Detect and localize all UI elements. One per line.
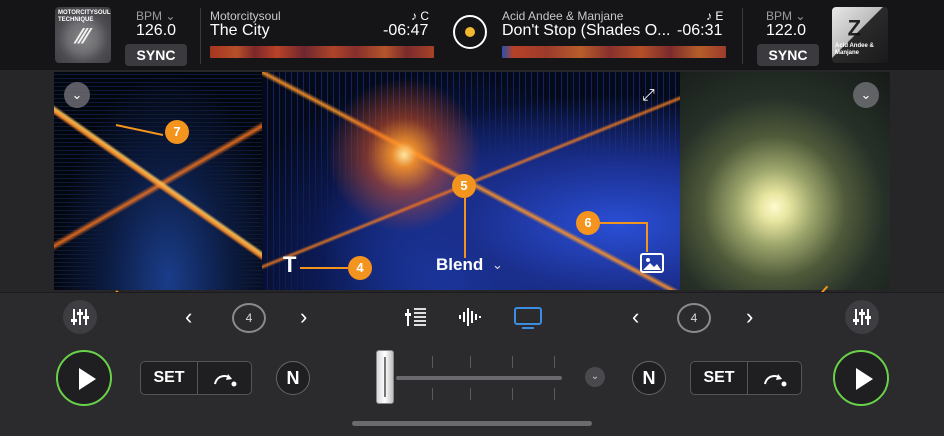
crossfader-tick bbox=[512, 388, 513, 400]
crossfader-tick bbox=[554, 388, 555, 400]
callout-line bbox=[598, 222, 648, 224]
expand-icon[interactable]: ⤢ bbox=[642, 87, 655, 105]
right-key: ♪ E bbox=[706, 9, 724, 23]
left-video-menu-chevron-icon[interactable]: ⌄ bbox=[64, 82, 90, 108]
left-play-button[interactable] bbox=[56, 350, 112, 406]
text-overlay-icon[interactable]: T bbox=[283, 252, 296, 278]
right-bpm-label[interactable]: BPM ⌄ bbox=[766, 9, 805, 23]
right-cue-group: SET bbox=[690, 361, 802, 395]
sliders-icon bbox=[853, 309, 871, 325]
crossfader-tick bbox=[512, 356, 513, 368]
left-cue-group: SET bbox=[140, 361, 252, 395]
right-loop-next-chevron-icon[interactable]: › bbox=[746, 304, 753, 330]
callout-7: 7 bbox=[165, 120, 189, 144]
waveform-view-icon[interactable] bbox=[458, 306, 484, 333]
crossfader-knob[interactable] bbox=[376, 350, 394, 404]
right-set-button[interactable]: SET bbox=[691, 362, 748, 394]
left-track-title: The City bbox=[210, 22, 270, 39]
home-indicator bbox=[352, 421, 592, 426]
left-mixer-button[interactable] bbox=[63, 300, 97, 334]
right-bpm-value: 122.0 bbox=[766, 22, 807, 39]
left-cue-jump-button[interactable] bbox=[197, 362, 251, 394]
left-set-button[interactable]: SET bbox=[141, 362, 198, 394]
blend-mode-selector[interactable]: Blend bbox=[436, 255, 483, 275]
crossfader-options-chevron-icon[interactable]: ⌄ bbox=[585, 367, 605, 387]
crossfader-tick bbox=[432, 356, 433, 368]
left-cover-text: MOTORCITYSOUL TECHNIQUE bbox=[58, 10, 111, 23]
left-bpm-value: 126.0 bbox=[136, 22, 177, 39]
right-track-title: Don't Stop (Shades O... bbox=[502, 22, 671, 39]
right-deck-cover-art[interactable]: Z Acid Andee & Manjane bbox=[832, 7, 888, 63]
left-sync-button[interactable]: SYNC bbox=[125, 44, 187, 66]
callout-line bbox=[646, 222, 648, 252]
chevron-down-icon[interactable]: ⌄ bbox=[492, 257, 503, 273]
right-video-menu-chevron-icon[interactable]: ⌄ bbox=[853, 82, 879, 108]
center-deck-button[interactable] bbox=[453, 15, 487, 49]
left-waveform[interactable] bbox=[210, 46, 434, 58]
callout-4: 4 bbox=[348, 256, 372, 280]
image-icon[interactable] bbox=[640, 253, 664, 273]
divider bbox=[742, 8, 743, 64]
cue-arrow-icon bbox=[214, 374, 237, 387]
left-deck-cover-art[interactable]: MOTORCITYSOUL TECHNIQUE ⁄⁄⁄ bbox=[55, 7, 111, 63]
left-cover-logo: ⁄⁄⁄ bbox=[77, 23, 89, 49]
divider bbox=[200, 8, 201, 64]
left-bpm-label[interactable]: BPM ⌄ bbox=[136, 9, 175, 23]
left-neural-mix-button[interactable]: N bbox=[276, 361, 310, 395]
left-artist: Motorcitysoul bbox=[210, 9, 281, 23]
cue-arrow-icon bbox=[764, 374, 787, 387]
left-loop-prev-chevron-icon[interactable]: ‹ bbox=[185, 304, 192, 330]
callout-line bbox=[300, 267, 348, 269]
right-loop-button[interactable]: 4 bbox=[677, 303, 711, 333]
video-view-icon[interactable] bbox=[513, 306, 543, 335]
right-waveform[interactable] bbox=[502, 46, 726, 58]
crossfader-track[interactable] bbox=[396, 376, 562, 380]
sliders-icon bbox=[71, 309, 89, 325]
play-icon bbox=[79, 368, 96, 390]
crossfader-tick bbox=[470, 388, 471, 400]
callout-5: 5 bbox=[452, 174, 476, 198]
center-dot-icon bbox=[465, 27, 475, 37]
callout-6: 6 bbox=[576, 211, 600, 235]
mixer-view-icon[interactable] bbox=[404, 306, 428, 333]
callout-line bbox=[464, 196, 466, 258]
crossfader-tick bbox=[432, 388, 433, 400]
crossfader-tick bbox=[470, 356, 471, 368]
right-play-button[interactable] bbox=[833, 350, 889, 406]
left-loop-button[interactable]: 4 bbox=[232, 303, 266, 333]
right-sync-button[interactable]: SYNC bbox=[757, 44, 819, 66]
right-artist: Acid Andee & Manjane bbox=[502, 9, 624, 23]
right-loop-prev-chevron-icon[interactable]: ‹ bbox=[632, 304, 639, 330]
right-cover-text: Acid Andee & Manjane bbox=[835, 43, 874, 56]
left-time-remaining: -06:47 bbox=[383, 22, 429, 39]
right-cue-jump-button[interactable] bbox=[747, 362, 801, 394]
right-cover-logo: Z bbox=[847, 14, 862, 40]
play-icon bbox=[856, 368, 873, 390]
right-time-remaining: -06:31 bbox=[677, 22, 723, 39]
right-mixer-button[interactable] bbox=[845, 300, 879, 334]
right-neural-mix-button[interactable]: N bbox=[632, 361, 666, 395]
left-key: ♪ C bbox=[411, 9, 429, 23]
crossfader-tick bbox=[554, 356, 555, 368]
left-loop-next-chevron-icon[interactable]: › bbox=[300, 304, 307, 330]
